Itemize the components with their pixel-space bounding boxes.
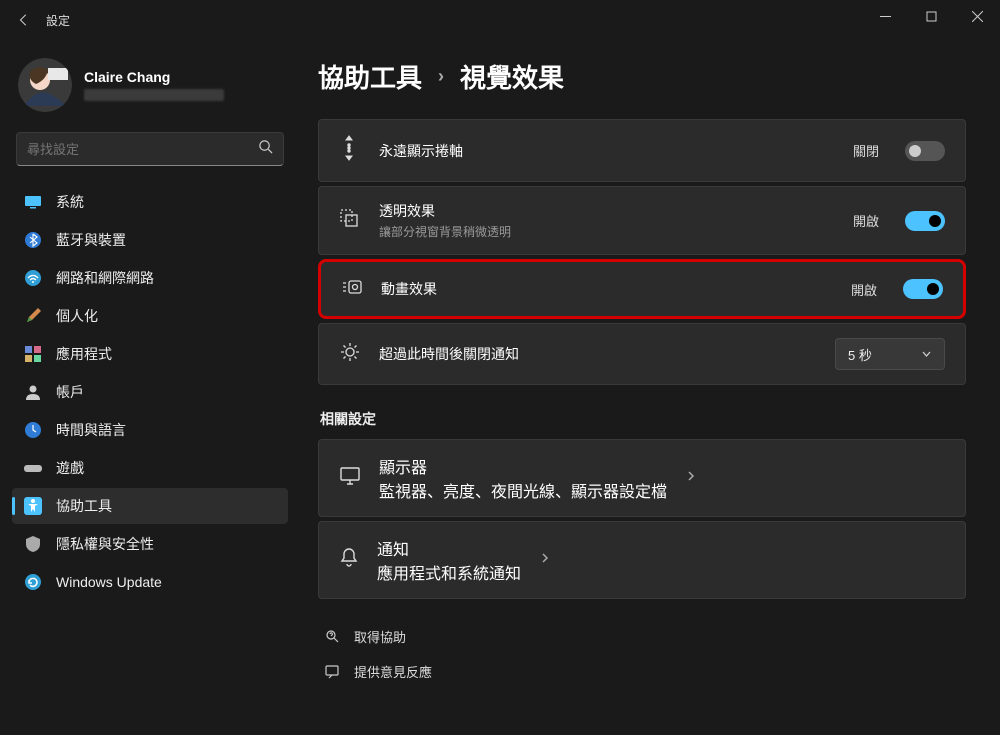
- update-icon: [24, 573, 42, 591]
- sidebar-item-network[interactable]: 網路和網際網路: [12, 260, 288, 296]
- help-label: 取得協助: [354, 627, 406, 646]
- person-icon: [24, 383, 42, 401]
- title-bar: 設定: [0, 0, 1000, 40]
- search-box[interactable]: [16, 132, 284, 166]
- setting-title: 透明效果: [379, 201, 835, 221]
- wifi-icon: [24, 269, 42, 287]
- nav-label: 帳戶: [56, 382, 84, 402]
- setting-sub: 讓部分視窗背景稍微透明: [379, 223, 835, 240]
- nav-list: 系統 藍牙與裝置 網路和網際網路 個人化 應用程式 帳戶: [12, 184, 288, 600]
- toggle-state: 開啟: [851, 280, 877, 299]
- related-settings-heading: 相關設定: [320, 409, 966, 429]
- help-icon: [324, 629, 342, 645]
- sidebar-item-time-language[interactable]: 時間與語言: [12, 412, 288, 448]
- sidebar-item-accounts[interactable]: 帳戶: [12, 374, 288, 410]
- scrollbar-toggle[interactable]: [905, 141, 945, 161]
- minimize-button[interactable]: [862, 0, 908, 32]
- nav-label: 網路和網際網路: [56, 268, 154, 288]
- bluetooth-icon: [24, 231, 42, 249]
- sidebar-item-system[interactable]: 系統: [12, 184, 288, 220]
- account-block[interactable]: Claire Chang: [12, 50, 288, 128]
- setting-title: 動畫效果: [381, 279, 833, 299]
- chevron-right-icon: [685, 469, 697, 487]
- transparency-icon: [339, 208, 361, 233]
- setting-animation[interactable]: 動畫效果 開啟: [318, 259, 966, 319]
- nav-label: Windows Update: [56, 574, 162, 590]
- link-title: 顯示器: [379, 454, 667, 478]
- sidebar-item-gaming[interactable]: 遊戲: [12, 450, 288, 486]
- feedback-link[interactable]: 提供意見反應: [318, 654, 966, 689]
- link-title: 通知: [377, 536, 521, 560]
- sidebar: Claire Chang 系統 藍牙與裝置 網路和網際網路 個: [0, 40, 300, 735]
- setting-scrollbar[interactable]: 永遠顯示捲軸 關閉: [318, 119, 966, 182]
- setting-transparency[interactable]: 透明效果 讓部分視窗背景稍微透明 開啟: [318, 186, 966, 255]
- chevron-right-icon: ›: [438, 66, 444, 87]
- search-input[interactable]: [27, 142, 258, 157]
- avatar: [18, 58, 72, 112]
- breadcrumb-parent[interactable]: 協助工具: [318, 58, 422, 95]
- sidebar-item-bluetooth[interactable]: 藍牙與裝置: [12, 222, 288, 258]
- setting-title: 超過此時間後關閉通知: [379, 344, 817, 364]
- transparency-toggle[interactable]: [905, 211, 945, 231]
- nav-label: 藍牙與裝置: [56, 230, 126, 250]
- setting-notification-timeout[interactable]: 超過此時間後關閉通知 5 秒: [318, 323, 966, 385]
- monitor-icon: [24, 193, 42, 211]
- sidebar-item-personalization[interactable]: 個人化: [12, 298, 288, 334]
- nav-label: 隱私權與安全性: [56, 534, 154, 554]
- user-name: Claire Chang: [84, 69, 224, 85]
- nav-label: 個人化: [56, 306, 98, 326]
- breadcrumb: 協助工具 › 視覺效果: [318, 58, 966, 95]
- link-sub: 應用程式和系統通知: [377, 560, 521, 584]
- chevron-right-icon: [539, 551, 551, 569]
- animation-icon: [341, 277, 363, 302]
- chevron-down-icon: [921, 347, 932, 362]
- sidebar-item-windows-update[interactable]: Windows Update: [12, 564, 288, 600]
- sidebar-item-apps[interactable]: 應用程式: [12, 336, 288, 372]
- main-content: 協助工具 › 視覺效果 永遠顯示捲軸 關閉 透明效果 讓部分視窗背景稍微透明 開…: [300, 40, 1000, 735]
- maximize-button[interactable]: [908, 0, 954, 32]
- sidebar-item-privacy[interactable]: 隱私權與安全性: [12, 526, 288, 562]
- gamepad-icon: [24, 459, 42, 477]
- bell-icon: [339, 547, 359, 574]
- toggle-state: 關閉: [853, 141, 879, 160]
- nav-label: 時間與語言: [56, 420, 126, 440]
- accessibility-icon: [24, 497, 42, 515]
- brightness-icon: [339, 341, 361, 368]
- animation-toggle[interactable]: [903, 279, 943, 299]
- breadcrumb-current: 視覺效果: [460, 58, 564, 95]
- nav-label: 應用程式: [56, 344, 112, 364]
- brush-icon: [24, 307, 42, 325]
- link-sub: 監視器、亮度、夜間光線、顯示器設定檔: [379, 478, 667, 502]
- related-notifications[interactable]: 通知 應用程式和系統通知: [318, 521, 966, 599]
- nav-label: 遊戲: [56, 458, 84, 478]
- notification-timeout-dropdown[interactable]: 5 秒: [835, 338, 945, 370]
- get-help-link[interactable]: 取得協助: [318, 619, 966, 654]
- scrollbar-icon: [339, 134, 361, 167]
- close-button[interactable]: [954, 0, 1000, 32]
- window-title: 設定: [46, 12, 70, 29]
- nav-label: 系統: [56, 192, 84, 212]
- feedback-label: 提供意見反應: [354, 662, 432, 681]
- dropdown-value: 5 秒: [848, 345, 872, 364]
- grid-icon: [24, 345, 42, 363]
- feedback-icon: [324, 664, 342, 680]
- toggle-state: 開啟: [853, 211, 879, 230]
- nav-label: 協助工具: [56, 496, 112, 516]
- sidebar-item-accessibility[interactable]: 協助工具: [12, 488, 288, 524]
- clock-globe-icon: [24, 421, 42, 439]
- back-button[interactable]: [8, 4, 40, 36]
- shield-icon: [24, 535, 42, 553]
- related-display[interactable]: 顯示器 監視器、亮度、夜間光線、顯示器設定檔: [318, 439, 966, 517]
- setting-title: 永遠顯示捲軸: [379, 141, 835, 161]
- monitor-icon: [339, 466, 361, 491]
- user-handle-redacted: [84, 89, 224, 101]
- search-icon: [258, 139, 273, 159]
